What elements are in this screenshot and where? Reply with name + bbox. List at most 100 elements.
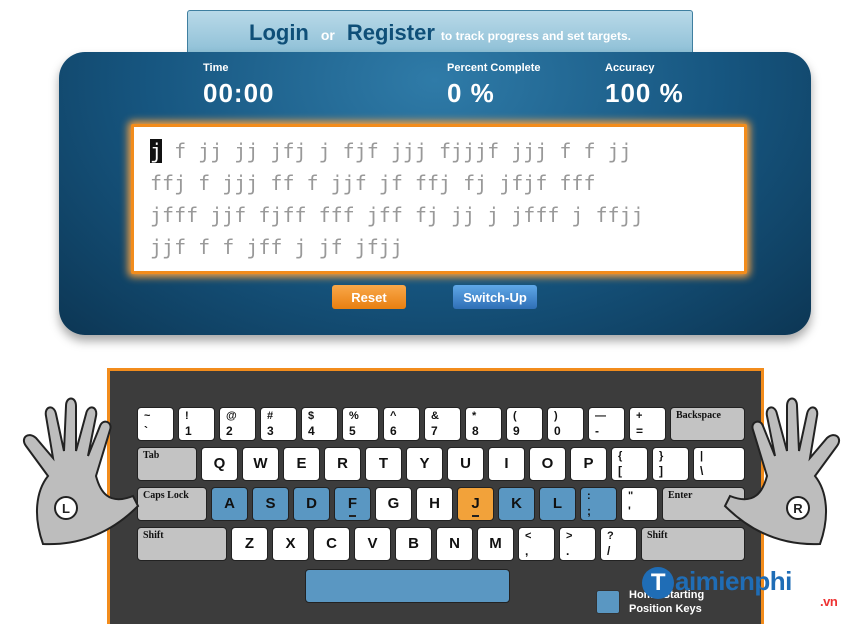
key-bottom-symbol: . <box>566 544 570 558</box>
or-text: or <box>320 27 335 43</box>
key-a[interactable]: A <box>211 487 248 521</box>
key-l[interactable]: L <box>539 487 576 521</box>
spacebar-key[interactable] <box>305 569 510 603</box>
percent-label: Percent Complete <box>447 62 541 74</box>
key-row4-sym-1[interactable]: >. <box>559 527 596 561</box>
brand-watermark: Taimienphi .vn <box>642 566 838 609</box>
home-key-legend-swatch <box>596 590 620 614</box>
key-top-symbol: + <box>636 410 643 422</box>
key-row3-sym-0[interactable]: :; <box>580 487 617 521</box>
key-bottom-symbol: 2 <box>226 424 233 438</box>
key-y[interactable]: Y <box>406 447 443 481</box>
key-g[interactable]: G <box>375 487 412 521</box>
key-row3-sym-1[interactable]: " ' <box>621 487 658 521</box>
key-letter: W <box>253 455 268 472</box>
key-letter: M <box>489 535 502 552</box>
key-k[interactable]: K <box>498 487 535 521</box>
home-bump <box>349 515 356 517</box>
key-h[interactable]: H <box>416 487 453 521</box>
register-link[interactable]: Register <box>347 20 435 46</box>
key-top-symbol: > <box>566 530 573 542</box>
key-top-symbol: ( <box>513 410 517 422</box>
shift-left-key[interactable]: Shift <box>137 527 227 561</box>
key-o[interactable]: O <box>529 447 566 481</box>
shift-right-label: Shift <box>647 530 668 541</box>
key-top-symbol: ? <box>607 530 614 542</box>
key-row1-9[interactable]: (9 <box>506 407 543 441</box>
key-bottom-symbol: - <box>595 424 599 438</box>
key-letter: B <box>408 535 419 552</box>
key-bottom-symbol: = <box>636 424 644 438</box>
key-q[interactable]: Q <box>201 447 238 481</box>
tagline-text: to track progress and set targets. <box>440 29 631 43</box>
key-v[interactable]: V <box>354 527 391 561</box>
key-letter: S <box>265 495 276 512</box>
key-b[interactable]: B <box>395 527 432 561</box>
practice-line-3: jfff jjf fjff fff jff fj jj j jfff j ffj… <box>150 203 644 227</box>
left-hand-icon: L <box>22 397 140 546</box>
reset-button[interactable]: Reset <box>332 285 406 309</box>
key-row1-8[interactable]: * 8 <box>465 407 502 441</box>
key-u[interactable]: U <box>447 447 484 481</box>
key-row4-sym-0[interactable]: <, <box>518 527 555 561</box>
key-row2-sym-0[interactable]: {[ <box>611 447 648 481</box>
key-letter: I <box>504 455 509 472</box>
key-row1-12[interactable]: + = <box>629 407 666 441</box>
key-letter: N <box>449 535 460 552</box>
practice-line-4: jjf f f jff j jf jfjj <box>150 235 403 259</box>
login-link[interactable]: Login <box>249 20 309 46</box>
key-row1-7[interactable]: & 7 <box>424 407 461 441</box>
key-row2-sym-1[interactable]: }] <box>652 447 689 481</box>
key-bottom-symbol: 3 <box>267 424 274 438</box>
key-r[interactable]: R <box>324 447 361 481</box>
key-row1-10[interactable]: ) 0 <box>547 407 584 441</box>
key-row1-6[interactable]: ^ 6 <box>383 407 420 441</box>
practice-text-box[interactable]: j f jj jj jfj j fjf jjj fjjjf jjj f f jj… <box>131 124 747 274</box>
key-j[interactable]: J <box>457 487 494 521</box>
key-i[interactable]: I <box>488 447 525 481</box>
key-top-symbol: { <box>618 450 623 462</box>
key-row1-1[interactable]: ! 1 <box>178 407 215 441</box>
key-row1-3[interactable]: #3 <box>260 407 297 441</box>
key-bottom-symbol: 8 <box>472 424 479 438</box>
key-w[interactable]: W <box>242 447 279 481</box>
key-letter: J <box>471 495 480 512</box>
key-row1-5[interactable]: % 5 <box>342 407 379 441</box>
key-d[interactable]: D <box>293 487 330 521</box>
key-bottom-symbol: 0 <box>554 424 561 438</box>
key-letter: Z <box>244 535 255 552</box>
key-letter: F <box>347 495 358 512</box>
key-top-symbol: $ <box>308 410 315 422</box>
key-bottom-symbol: 7 <box>431 424 438 438</box>
key-row4-sym-2[interactable]: ? / <box>600 527 637 561</box>
key-top-symbol: < <box>525 530 532 542</box>
key-f[interactable]: F <box>334 487 371 521</box>
key-t[interactable]: T <box>365 447 402 481</box>
key-row1-2[interactable]: @2 <box>219 407 256 441</box>
key-row1-4[interactable]: $4 <box>301 407 338 441</box>
key-row1-11[interactable]: — - <box>588 407 625 441</box>
key-m[interactable]: M <box>477 527 514 561</box>
key-n[interactable]: N <box>436 527 473 561</box>
key-p[interactable]: P <box>570 447 607 481</box>
key-top-symbol: * <box>472 410 477 422</box>
key-bottom-symbol: ] <box>659 464 663 478</box>
key-top-symbol: @ <box>226 410 237 422</box>
key-top-symbol: : <box>587 490 591 502</box>
key-letter: Q <box>213 455 226 472</box>
key-letter: H <box>429 495 440 512</box>
key-bottom-symbol: \ <box>700 464 704 478</box>
key-top-symbol: # <box>267 410 274 422</box>
accuracy-label: Accuracy <box>605 62 655 74</box>
key-c[interactable]: C <box>313 527 350 561</box>
switch-up-button[interactable]: Switch-Up <box>453 285 537 309</box>
key-letter: T <box>378 455 389 472</box>
key-s[interactable]: S <box>252 487 289 521</box>
time-value: 00:00 <box>203 78 275 108</box>
legend-line-2: Position Keys <box>629 603 702 615</box>
key-letter: L <box>552 495 563 512</box>
key-z[interactable]: Z <box>231 527 268 561</box>
key-x[interactable]: X <box>272 527 309 561</box>
key-e[interactable]: E <box>283 447 320 481</box>
key-top-symbol: ! <box>185 410 189 422</box>
